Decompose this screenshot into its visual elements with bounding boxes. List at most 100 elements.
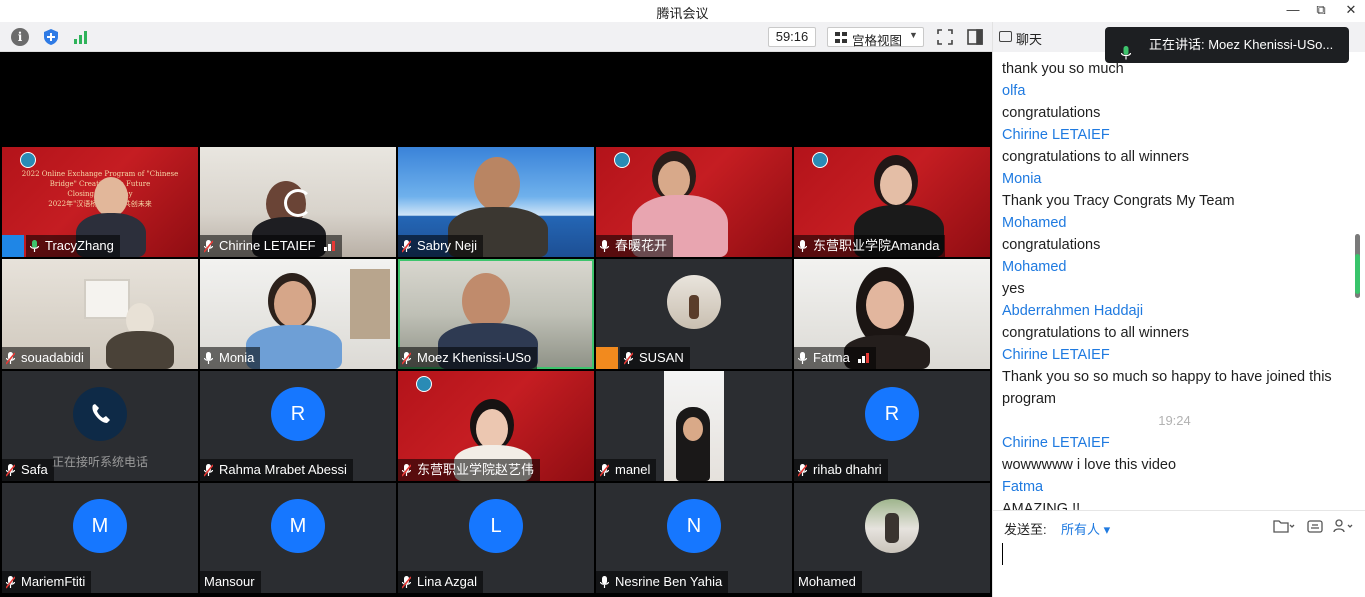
participant-nameplate: Sabry Neji: [398, 235, 483, 257]
program-logo: [20, 152, 36, 168]
message-text: congratulations: [1002, 237, 1101, 253]
video-tile[interactable]: SUSAN: [596, 259, 792, 369]
avatar: M: [271, 499, 325, 553]
participant-name: Mohamed: [798, 574, 856, 589]
fullscreen-icon[interactable]: [936, 28, 954, 46]
mic-muted-icon: [204, 463, 213, 477]
participant-nameplate: TracyZhang: [26, 235, 120, 257]
video-tile[interactable]: souadabidi: [2, 259, 198, 369]
avatar: R: [865, 387, 919, 441]
avatar: N: [667, 499, 721, 553]
audio-level-icon: [323, 241, 336, 251]
message-sender[interactable]: Monia: [1002, 168, 1347, 190]
message-timestamp: 19:24: [1158, 413, 1191, 428]
mic-muted-icon: [6, 575, 15, 589]
message-text: congratulations to all winners: [1002, 325, 1189, 341]
chat-bubble-icon: [999, 31, 1012, 42]
minimize-button[interactable]: —: [1278, 0, 1308, 22]
participant-name: Sabry Neji: [417, 238, 477, 253]
view-mode-dropdown[interactable]: 宫格视图 ▼: [827, 27, 924, 48]
close-button[interactable]: ✕: [1336, 0, 1365, 22]
message-text: congratulations: [1002, 105, 1101, 121]
participant-name: MariemFtiti: [21, 574, 86, 589]
avatar: M: [73, 499, 127, 553]
info-icon[interactable]: i: [11, 28, 29, 46]
video-tile[interactable]: M Mansour: [200, 483, 396, 593]
video-tile[interactable]: 春暖花开: [596, 147, 792, 257]
bookshelf-background: [350, 269, 390, 339]
message-sender[interactable]: Chirine LETAIEF: [1002, 124, 1347, 146]
mic-muted-icon: [402, 463, 411, 477]
video-tile[interactable]: Fatma: [794, 259, 990, 369]
participant-nameplate: Fatma: [794, 347, 876, 369]
message-sender[interactable]: Chirine LETAIEF: [1002, 344, 1347, 366]
grid-view-icon: [835, 32, 847, 43]
video-tile[interactable]: N Nesrine Ben Yahia: [596, 483, 792, 593]
message-sender[interactable]: Fatma: [1002, 476, 1347, 498]
participant-nameplate: 东营职业学院Amanda: [794, 235, 946, 257]
message-sender[interactable]: Mohamed: [1002, 212, 1347, 234]
chat-compose: 发送至: 所有人 ▾: [993, 510, 1365, 597]
mic-muted-icon: [204, 239, 213, 253]
participant-nameplate: Mansour: [200, 571, 261, 593]
mic-on-icon: [798, 239, 807, 253]
video-tile[interactable]: 2022 Online Exchange Program of "Chinese…: [2, 147, 198, 257]
mention-user-icon[interactable]: [1333, 519, 1353, 533]
participant-nameplate: Moez Khenissi-USo: [398, 347, 538, 369]
video-tile[interactable]: 正在接听系统电话 Safa: [2, 371, 198, 481]
message-text: yes: [1002, 281, 1025, 297]
participant-nameplate: Lina Azgal: [398, 571, 483, 593]
avatar: [667, 275, 721, 329]
participant-nameplate: rihab dhahri: [794, 459, 888, 481]
participant-name: Lina Azgal: [417, 574, 477, 589]
screenshot-icon[interactable]: [1307, 519, 1323, 533]
participant-nameplate: Mohamed: [794, 571, 862, 593]
participant-name: Rahma Mrabet Abessi: [219, 462, 347, 477]
message-sender[interactable]: Chirine LETAIEF: [1002, 432, 1347, 454]
mic-muted-icon: [600, 463, 609, 477]
chat-input[interactable]: [1002, 543, 1003, 565]
chat-scrollbar[interactable]: [1355, 234, 1360, 298]
participant-name: Mansour: [204, 574, 255, 589]
file-icon[interactable]: [1273, 519, 1295, 533]
app-title: 腾讯会议: [656, 6, 709, 21]
video-tile[interactable]: 东营职业学院Amanda: [794, 147, 990, 257]
participant-nameplate: Nesrine Ben Yahia: [596, 571, 729, 593]
shield-icon[interactable]: [42, 28, 60, 46]
video-tile[interactable]: L Lina Azgal: [398, 483, 594, 593]
title-bar: 腾讯会议 — ⧉ ✕: [0, 0, 1365, 22]
video-tile[interactable]: R Rahma Mrabet Abessi: [200, 371, 396, 481]
signal-icon[interactable]: [72, 28, 90, 46]
speaking-indicator[interactable]: 正在讲话: Moez Khenissi-USo...: [1105, 27, 1349, 63]
video-tile[interactable]: Sabry Neji: [398, 147, 594, 257]
guest-icon: [596, 347, 618, 369]
chevron-down-icon: ▼: [909, 30, 918, 40]
message-sender[interactable]: Mohamed: [1002, 256, 1347, 278]
chat-message-list[interactable]: thank you so much olfa congratulations C…: [1002, 58, 1347, 510]
participant-video: [474, 157, 520, 211]
video-tile[interactable]: Chirine LETAIEF: [200, 147, 396, 257]
mic-muted-icon: [402, 575, 411, 589]
program-logo: [614, 152, 630, 168]
side-panel-icon[interactable]: [966, 28, 984, 46]
recipient-dropdown[interactable]: 所有人 ▾: [1061, 519, 1110, 538]
participant-name: 东营职业学院Amanda: [813, 238, 940, 253]
restore-button[interactable]: ⧉: [1306, 0, 1336, 22]
message-text: wowwwww i love this video: [1002, 457, 1177, 473]
message-sender[interactable]: olfa: [1002, 80, 1347, 102]
participant-name: Moez Khenissi-USo: [417, 350, 532, 365]
participant-nameplate: Monia: [200, 347, 261, 369]
video-tile[interactable]: R rihab dhahri: [794, 371, 990, 481]
participant-name: 东营职业学院赵艺伟: [417, 462, 535, 477]
video-tile[interactable]: manel: [596, 371, 792, 481]
video-tile[interactable]: Monia: [200, 259, 396, 369]
participant-nameplate: souadabidi: [2, 347, 90, 369]
video-tile-active-speaker[interactable]: Moez Khenissi-USo: [398, 259, 594, 369]
video-tile[interactable]: 东营职业学院赵艺伟: [398, 371, 594, 481]
phone-call-icon: [73, 387, 127, 441]
participant-nameplate: 春暖花开: [596, 235, 674, 257]
message-sender[interactable]: Abderrahmen Haddaji: [1002, 300, 1347, 322]
video-tile[interactable]: Mohamed: [794, 483, 990, 593]
avatar: R: [271, 387, 325, 441]
video-tile[interactable]: M MariemFtiti: [2, 483, 198, 593]
